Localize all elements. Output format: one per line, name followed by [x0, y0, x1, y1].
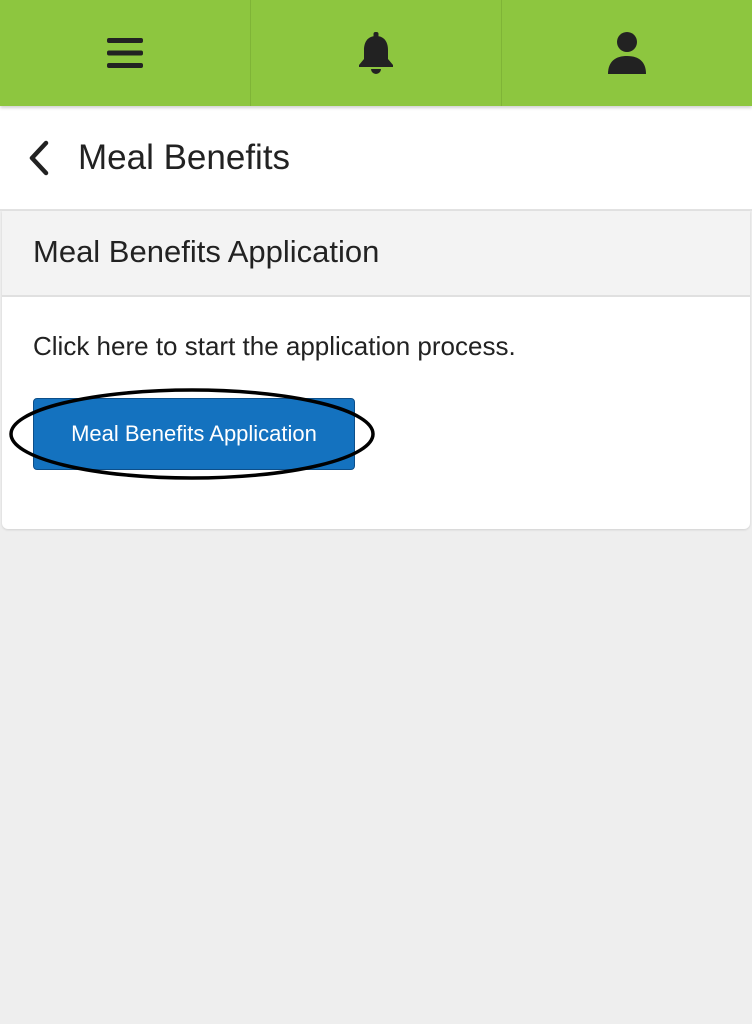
page-title: Meal Benefits [78, 138, 291, 177]
menu-button[interactable] [0, 0, 250, 106]
back-button[interactable] [24, 140, 58, 176]
application-card: Meal Benefits Application Click here to … [2, 211, 750, 529]
top-navigation-bar [0, 0, 752, 106]
notifications-button[interactable] [250, 0, 501, 106]
meal-benefits-application-button[interactable]: Meal Benefits Application [33, 398, 355, 470]
card-title: Meal Benefits Application [33, 234, 380, 269]
profile-button[interactable] [501, 0, 752, 106]
bell-icon [359, 32, 393, 74]
card-header: Meal Benefits Application [2, 211, 750, 297]
hamburger-menu-icon [107, 38, 143, 68]
chevron-left-icon [29, 140, 49, 176]
card-description: Click here to start the application proc… [33, 331, 516, 361]
page-header: Meal Benefits [0, 106, 752, 211]
user-icon [608, 32, 646, 74]
